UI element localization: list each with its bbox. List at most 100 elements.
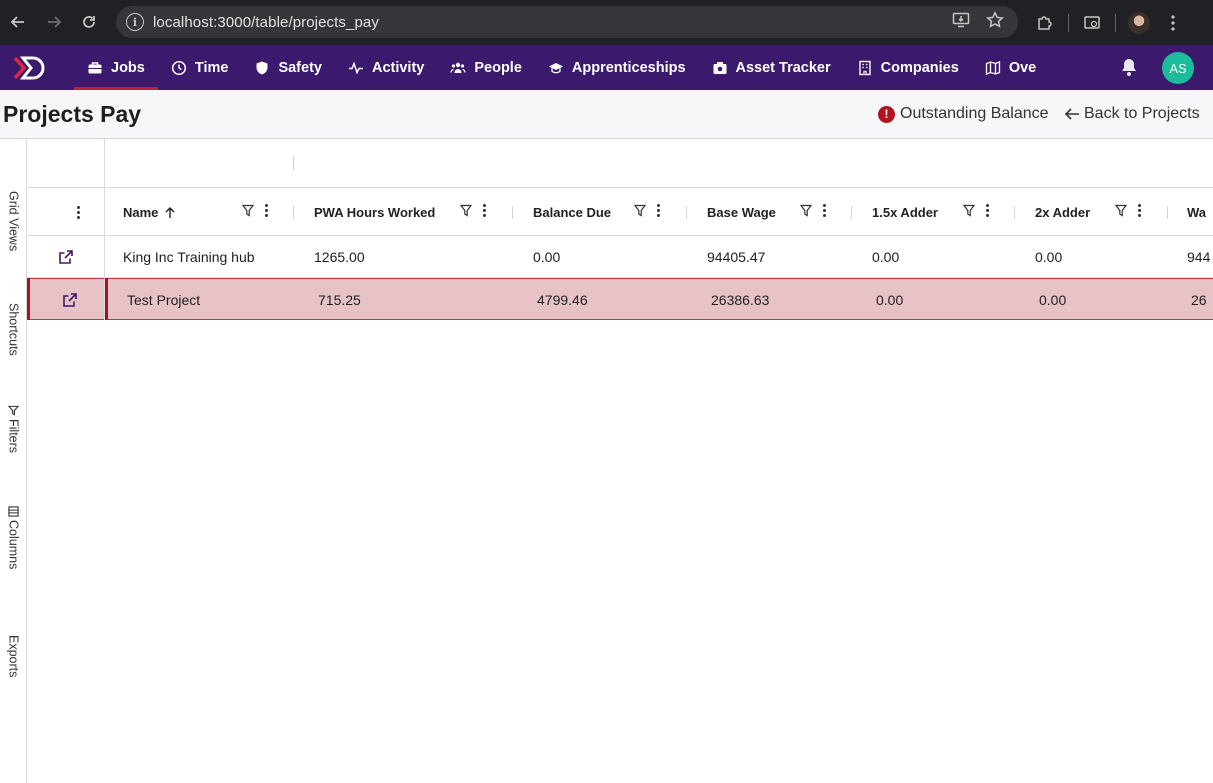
column-menu-icon[interactable] [822,204,826,217]
column-header-wage[interactable]: Wa [1187,188,1206,236]
nav-item-label: Ove [1008,59,1037,76]
external-link-icon [63,293,77,307]
outstanding-balance-button[interactable]: ! Outstanding Balance [878,105,1049,123]
alert-icon: ! [878,105,895,123]
tab-columns[interactable]: Columns [0,506,27,569]
filter-icon[interactable] [1115,204,1127,217]
cell-name[interactable]: Test Project [127,279,200,321]
column-menu-icon[interactable] [482,204,486,217]
column-resize-handle[interactable] [851,206,852,219]
shield-icon [254,60,270,76]
nav-item-safety[interactable]: Safety [241,45,335,90]
column-resize-handle[interactable] [1167,206,1168,219]
tab-search-icon[interactable] [1075,6,1109,40]
filter-icon[interactable] [963,204,975,217]
nav-item-label: People [474,59,522,76]
nav-item-people[interactable]: People [437,45,535,90]
forward-arrow-icon[interactable] [36,4,72,40]
tab-filters[interactable]: Filters [0,405,27,453]
page-title: Projects Pay [3,101,142,127]
pinned-column-menu-button[interactable] [76,188,80,236]
address-bar[interactable]: i localhost:3000/table/projects_pay [116,6,1018,38]
cell-pwa-hours[interactable]: 715.25 [318,279,361,321]
filter-icon[interactable] [242,204,254,217]
profile-avatar-icon[interactable] [1122,6,1156,40]
nav-item-time[interactable]: Time [158,45,242,90]
extensions-icon[interactable] [1028,6,1062,40]
selection-indicator [105,278,108,320]
open-record-link[interactable] [58,236,74,278]
table-row[interactable]: King Inc Training hub 1265.00 0.00 94405… [27,236,1213,278]
column-menu-icon[interactable] [656,204,660,217]
projects-pay-grid: Name PWA Hours Worked Balance Due Base W… [27,139,1213,783]
nav-item-ove[interactable]: Ove [972,45,1049,90]
cell-base-wage[interactable]: 26386.63 [711,279,769,321]
nav-item-asset-tracker[interactable]: Asset Tracker [699,45,844,90]
column-header-2x-adder[interactable]: 2x Adder [1035,188,1090,236]
column-resize-handle[interactable] [293,206,294,219]
sort-ascending-icon[interactable] [164,206,176,219]
cell-wage[interactable]: 944 [1187,236,1210,278]
nav-item-jobs[interactable]: Jobs [74,45,158,90]
nav-item-companies[interactable]: Companies [844,45,972,90]
back-to-projects-link[interactable]: Back to Projects [1064,105,1200,123]
filter-icon[interactable] [800,204,812,217]
cell-base-wage[interactable]: 94405.47 [707,236,765,278]
open-record-link[interactable] [62,279,78,321]
tab-grid-views[interactable]: Grid Views [0,191,27,251]
user-avatar[interactable]: AS [1162,52,1194,84]
cell-balance-due[interactable]: 0.00 [533,236,560,278]
cell-wage[interactable]: 26 [1191,279,1207,321]
cell-balance-due[interactable]: 4799.46 [537,279,588,321]
people-icon [450,60,467,76]
camera-icon [712,60,728,76]
column-header-name[interactable]: Name [123,188,176,236]
column-header-pwa-hours[interactable]: PWA Hours Worked [314,188,435,236]
back-to-projects-label: Back to Projects [1084,105,1200,122]
cell-2x-adder[interactable]: 0.00 [1035,236,1062,278]
cell-1-5x-adder[interactable]: 0.00 [876,279,903,321]
grid-header-row: Name PWA Hours Worked Balance Due Base W… [27,188,1213,236]
install-app-icon[interactable] [952,11,970,34]
bookmark-star-icon[interactable] [986,10,1004,34]
column-resize-handle[interactable] [1014,206,1015,219]
table-row-selected[interactable]: Test Project 715.25 4799.46 26386.63 0.0… [27,278,1213,320]
activity-icon [348,60,364,76]
column-header-balance-due[interactable]: Balance Due [533,188,611,236]
column-menu-icon[interactable] [985,204,989,217]
column-header-base-wage[interactable]: Base Wage [707,188,776,236]
browser-toolbar: i localhost:3000/table/projects_pay [0,0,1213,45]
column-menu-icon[interactable] [1137,204,1141,217]
filter-icon [8,405,19,416]
pinned-column-divider [104,139,105,188]
grid-side-toolbar: Grid Views Shortcuts Filters Columns Exp… [0,139,27,783]
cell-1-5x-adder[interactable]: 0.00 [872,236,899,278]
grid-filter-bar [27,139,1213,188]
filter-icon[interactable] [634,204,646,217]
column-header-1-5x-adder[interactable]: 1.5x Adder [872,188,938,236]
back-arrow-icon[interactable] [0,4,36,40]
column-resize-handle[interactable] [293,156,294,170]
app-navbar: Jobs Time Safety Activity People Apprenticesh… [0,45,1213,90]
clock-icon [171,60,187,76]
tab-exports[interactable]: Exports [0,635,27,677]
nav-item-apprenticeships[interactable]: Apprenticeships [535,45,699,90]
site-info-icon[interactable]: i [126,13,144,31]
reload-icon[interactable] [71,4,107,40]
app-logo-icon[interactable] [0,45,60,90]
nav-item-label: Asset Tracker [735,59,831,76]
cell-pwa-hours[interactable]: 1265.00 [314,236,365,278]
filter-icon[interactable] [460,204,472,217]
column-menu-icon[interactable] [264,204,268,217]
cell-name[interactable]: King Inc Training hub [123,236,255,278]
notifications-bell-icon[interactable] [1119,57,1139,77]
column-resize-handle[interactable] [512,206,513,219]
nav-item-label: Safety [278,59,322,76]
outstanding-balance-label: Outstanding Balance [900,105,1049,122]
column-resize-handle[interactable] [686,206,687,219]
columns-icon [8,506,19,517]
chrome-menu-icon[interactable] [1156,6,1190,40]
nav-item-activity[interactable]: Activity [335,45,437,90]
cell-2x-adder[interactable]: 0.00 [1039,279,1066,321]
tab-shortcuts[interactable]: Shortcuts [0,303,27,356]
